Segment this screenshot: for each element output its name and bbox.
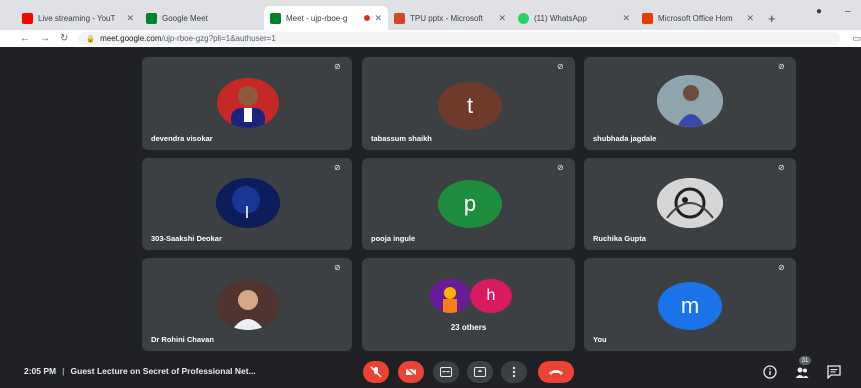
url-host: meet.google.com <box>100 34 162 43</box>
participant-photo <box>430 279 470 313</box>
more-options-button[interactable] <box>501 361 527 383</box>
participant-photo <box>217 78 279 128</box>
record-icon[interactable]: ● <box>816 6 822 17</box>
participant-tile-group[interactable]: h 23 others <box>362 258 575 351</box>
new-tab-button[interactable]: + <box>768 6 776 30</box>
tab-title: Live streaming - YouT <box>38 13 116 23</box>
participant-name: devendra visokar <box>151 134 213 143</box>
back-arrow-icon[interactable]: ← <box>20 33 30 44</box>
cast-icon[interactable]: ▭ <box>852 33 861 44</box>
hang-up-icon <box>549 370 563 375</box>
tab-title: (11) WhatsApp <box>534 13 587 23</box>
participant-tile[interactable]: ⊘ Dr Rohini Chavan <box>142 258 352 351</box>
participant-avatar: p <box>438 180 502 228</box>
close-icon[interactable]: ✕ <box>126 13 134 24</box>
close-icon[interactable]: ✕ <box>374 13 382 24</box>
chat-icon <box>827 365 841 380</box>
participant-photo <box>216 280 280 330</box>
close-icon[interactable]: ✕ <box>498 13 506 24</box>
participant-tile[interactable]: ⊘ t tabassum shaikh <box>362 57 575 150</box>
browser-tab-meet-active[interactable]: Meet - ujp-rboe-g ✕ <box>264 6 388 30</box>
tab-title: Google Meet <box>162 13 208 23</box>
participant-photo <box>216 178 280 228</box>
mic-off-icon: ⊘ <box>557 163 564 172</box>
mic-off-icon: ⊘ <box>334 62 341 71</box>
captions-button[interactable] <box>433 361 459 383</box>
tab-title: Meet - ujp-rboe-g <box>286 13 348 23</box>
recording-indicator-icon <box>364 15 371 21</box>
participant-avatar: t <box>438 82 502 130</box>
camera-off-icon <box>405 366 417 378</box>
tab-title: TPU pptx - Microsoft <box>410 13 483 23</box>
camera-toggle-button[interactable] <box>398 361 424 383</box>
url-field[interactable]: 🔒 meet.google.com /ujp-rboe-gzg?pli=1&au… <box>78 32 841 45</box>
leave-call-button[interactable] <box>538 361 574 383</box>
meeting-details-button[interactable] <box>763 365 777 379</box>
more-vert-icon <box>512 366 516 378</box>
browser-tab-office[interactable]: Microsoft Office Hom ✕ <box>636 6 760 30</box>
participant-tile[interactable]: ⊘ shubhada jagdale <box>584 57 796 150</box>
mic-off-icon: ⊘ <box>557 62 564 71</box>
meet-icon <box>146 12 157 24</box>
mic-off-icon: ⊘ <box>334 163 341 172</box>
browser-tab-powerpoint[interactable]: TPU pptx - Microsoft ✕ <box>388 6 512 30</box>
mic-off-icon: ⊘ <box>778 62 785 71</box>
participant-tile[interactable]: ⊘ devendra visokar <box>142 57 352 150</box>
tab-title: Microsoft Office Hom <box>658 13 733 23</box>
meeting-time: 2:05 PM <box>24 366 57 376</box>
participant-tile-self[interactable]: ⊘ m You <box>584 258 796 351</box>
participant-name: Dr Rohini Chavan <box>151 335 214 344</box>
participant-name: shubhada jagdale <box>593 134 657 143</box>
people-count-badge: 31 <box>799 356 811 365</box>
mic-toggle-button[interactable] <box>363 361 389 383</box>
url-path: /ujp-rboe-gzg?pli=1&authuser=1 <box>161 34 276 43</box>
mic-off-icon <box>370 366 382 378</box>
browser-tab-youtube[interactable]: Live streaming - YouT ✕ <box>16 6 140 30</box>
office-icon <box>642 12 653 24</box>
youtube-icon <box>22 12 33 24</box>
browser-tab-whatsapp[interactable]: (11) WhatsApp ✕ <box>512 6 636 30</box>
chat-button[interactable] <box>827 365 841 380</box>
participant-tile[interactable]: ⊘ Ruchika Gupta <box>584 158 796 250</box>
whatsapp-icon <box>518 12 529 24</box>
participant-name: Ruchika Gupta <box>593 234 646 243</box>
close-icon[interactable]: ✕ <box>746 13 754 24</box>
present-icon <box>474 367 486 377</box>
powerpoint-icon <box>394 12 405 24</box>
meeting-controls-bar: 2:05 PM | Guest Lecture on Secret of Profe… <box>0 355 861 388</box>
participant-tile[interactable]: ⊘ p pooja ingule <box>362 158 575 250</box>
participant-name: You <box>593 335 607 344</box>
participant-photo <box>657 75 723 127</box>
participant-tile[interactable]: ⊘ 303-Saakshi Deokar <box>142 158 352 250</box>
forward-arrow-icon[interactable]: → <box>40 33 50 44</box>
meeting-info: 2:05 PM | Guest Lecture on Secret of Profe… <box>24 366 256 376</box>
people-icon <box>795 367 809 378</box>
meeting-title: Guest Lecture on Secret of Professional … <box>70 366 256 376</box>
lock-icon: 🔒 <box>86 35 96 43</box>
participant-avatar: m <box>658 282 722 330</box>
participant-name: tabassum shaikh <box>371 134 432 143</box>
participant-name: pooja ingule <box>371 234 416 243</box>
minimize-button[interactable]: – <box>845 6 851 17</box>
info-icon <box>763 365 777 379</box>
mic-off-icon: ⊘ <box>778 163 785 172</box>
mic-off-icon: ⊘ <box>778 263 785 272</box>
close-icon[interactable]: ✕ <box>622 13 630 24</box>
participant-count-label: 23 others <box>450 323 487 332</box>
captions-icon <box>440 367 452 377</box>
participant-photo <box>657 178 723 228</box>
address-bar: ← → ↻ 🔒 meet.google.com /ujp-rboe-gzg?pl… <box>0 30 861 47</box>
mic-off-icon: ⊘ <box>334 263 341 272</box>
browser-tab-strip: Live streaming - YouT ✕ Google Meet Meet… <box>0 0 861 30</box>
reload-icon[interactable]: ↻ <box>60 33 68 44</box>
participant-name: 303-Saakshi Deokar <box>151 234 222 243</box>
meeting-stage: ⊘ devendra visokar ⊘ t tabassum shaikh ⊘… <box>0 47 861 355</box>
browser-tab-google-meet[interactable]: Google Meet <box>140 6 264 30</box>
present-screen-button[interactable] <box>467 361 493 383</box>
meet-icon <box>270 12 281 24</box>
people-button[interactable] <box>795 365 809 379</box>
participant-avatar: h <box>470 279 512 313</box>
